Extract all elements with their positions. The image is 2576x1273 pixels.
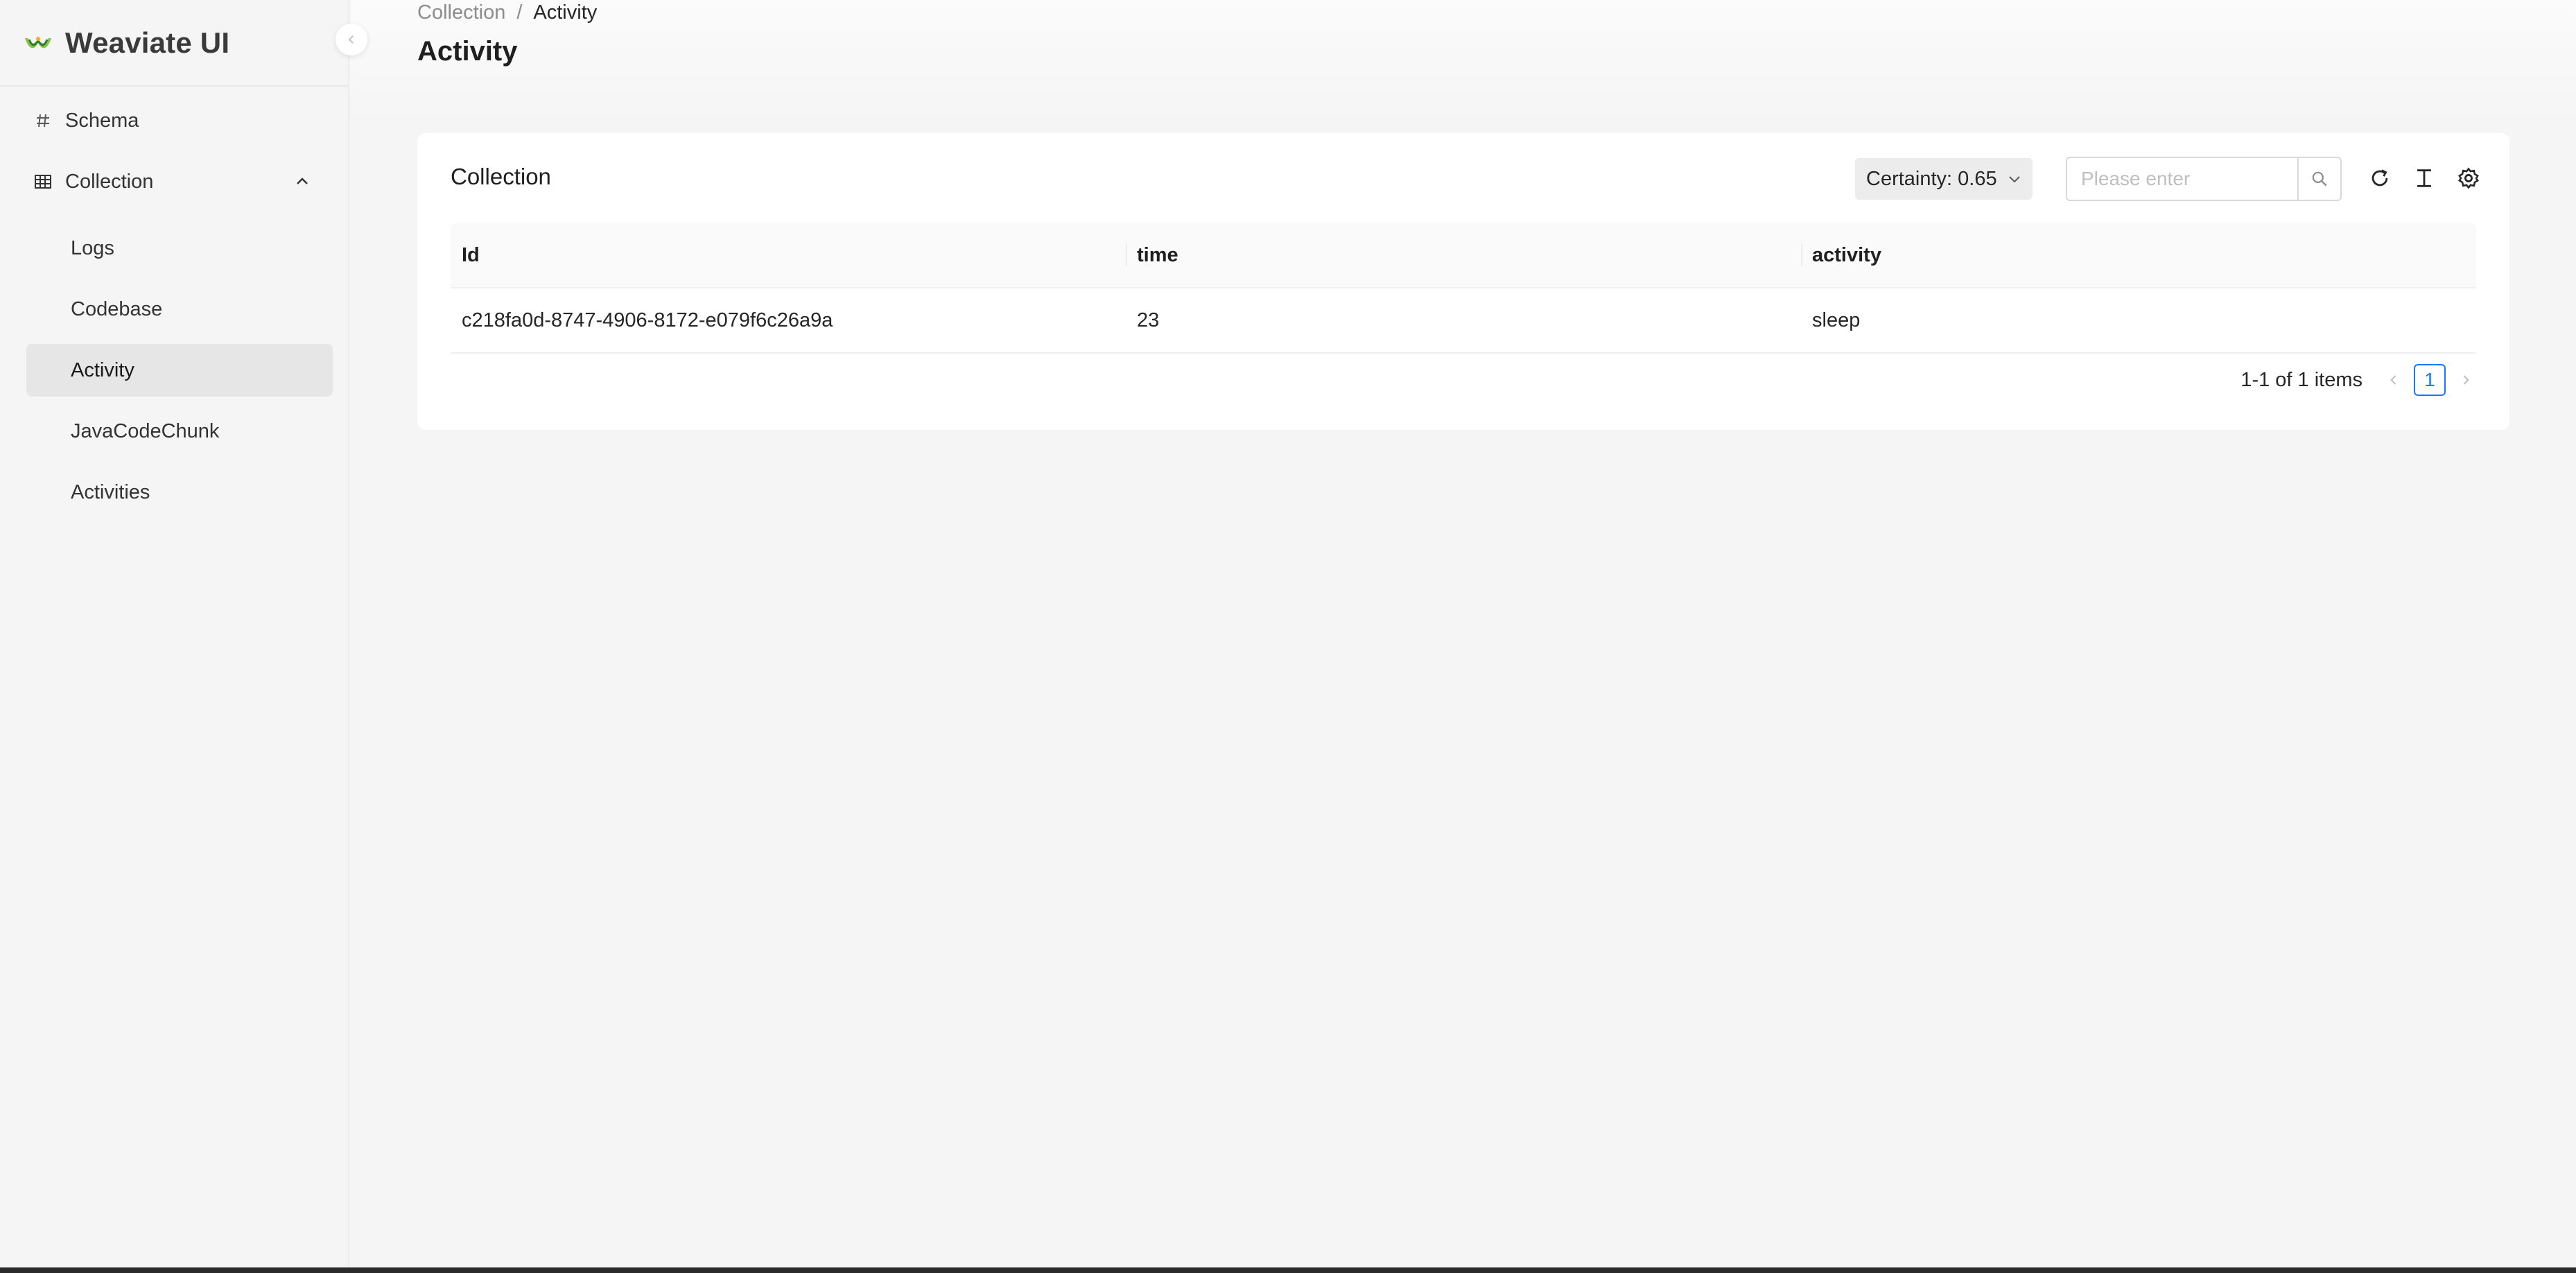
sidebar-item-label: Activity <box>71 358 134 381</box>
cell-id: c218fa0d-8747-4906-8172-e079f6c26a9a <box>462 309 833 331</box>
certainty-select[interactable]: Certainty: 0.65 <box>1855 158 2033 200</box>
certainty-value: Certainty: 0.65 <box>1866 167 1997 190</box>
brand-title: Weaviate UI <box>65 26 230 59</box>
sidebar-divider <box>0 85 348 87</box>
breadcrumb-current: Activity <box>533 1 598 24</box>
sidebar-collapse-button[interactable] <box>336 24 367 55</box>
search-box <box>2066 157 2342 201</box>
sidebar-item-label: Collection <box>65 170 154 193</box>
sidebar-item-codebase[interactable]: Codebase <box>26 283 333 336</box>
chevron-left-icon <box>2390 375 2396 385</box>
page-header <box>351 0 2576 125</box>
table-row[interactable]: c218fa0d-8747-4906-8172-e079f6c26a9a 23 … <box>451 288 2476 354</box>
table-icon <box>33 172 53 191</box>
app-root: Weaviate UI Schema Collection Logs Codeb… <box>0 0 2576 1273</box>
card-title: Collection <box>451 164 551 189</box>
breadcrumb-separator: / <box>516 1 523 24</box>
breadcrumb-parent[interactable]: Collection <box>417 1 505 24</box>
weaviate-logo <box>25 37 51 49</box>
data-table: Id time activity c218fa0d-8747-4906-8172… <box>451 223 2476 354</box>
sidebar-item-label: Schema <box>65 109 139 132</box>
page-title: Activity <box>417 36 518 67</box>
search-button[interactable] <box>2297 157 2342 201</box>
text-cursor-icon <box>2417 169 2431 187</box>
pagination-summary: 1-1 of 1 items <box>2240 368 2362 391</box>
column-header-id[interactable]: Id <box>451 223 1126 287</box>
search-icon <box>2312 171 2327 187</box>
column-header-activity[interactable]: activity <box>1801 223 2476 287</box>
sidebar-item-logs[interactable]: Logs <box>26 222 333 275</box>
sidebar-item-schema[interactable]: Schema <box>26 94 333 147</box>
sidebar-item-activity[interactable]: Activity <box>26 344 333 397</box>
density-button[interactable] <box>2411 165 2437 191</box>
sidebar-item-javacodechunk[interactable]: JavaCodeChunk <box>26 405 333 458</box>
gear-icon <box>2458 167 2479 189</box>
breadcrumb: Collection / Activity <box>417 0 597 25</box>
sidebar-item-collection[interactable]: Collection <box>26 155 333 208</box>
pagination: 1-1 of 1 items 1 <box>2240 363 2476 397</box>
cell-activity: sleep <box>1812 309 1861 331</box>
collection-card: Collection Certainty: 0.65 Id time activ… <box>417 133 2509 430</box>
chevron-down-icon <box>2009 176 2020 183</box>
chevron-right-icon <box>2463 375 2469 385</box>
column-header-time[interactable]: time <box>1126 223 1801 287</box>
collapse-chevron-left-icon <box>348 35 354 44</box>
sidebar: Weaviate UI Schema Collection Logs Codeb… <box>0 0 349 1267</box>
refresh-button[interactable] <box>2367 165 2393 191</box>
cell-time: 23 <box>1137 309 1160 331</box>
search-input[interactable] <box>2066 157 2297 201</box>
sidebar-item-label: Activities <box>71 480 150 503</box>
brand[interactable]: Weaviate UI <box>24 21 229 65</box>
page-number-button[interactable]: 1 <box>2414 364 2446 396</box>
prev-page-button[interactable] <box>2383 370 2404 390</box>
table-header: Id time activity <box>451 223 2476 288</box>
chevron-up-icon <box>297 177 308 184</box>
next-page-button[interactable] <box>2455 370 2476 390</box>
sidebar-item-label: JavaCodeChunk <box>71 419 220 442</box>
refresh-icon <box>2372 169 2388 187</box>
sidebar-item-activities[interactable]: Activities <box>26 466 333 519</box>
sidebar-item-label: Codebase <box>71 297 163 320</box>
sidebar-item-label: Logs <box>71 236 114 259</box>
settings-button[interactable] <box>2455 165 2482 191</box>
hash-icon <box>33 111 53 130</box>
window-bottom-edge <box>0 1267 2576 1273</box>
